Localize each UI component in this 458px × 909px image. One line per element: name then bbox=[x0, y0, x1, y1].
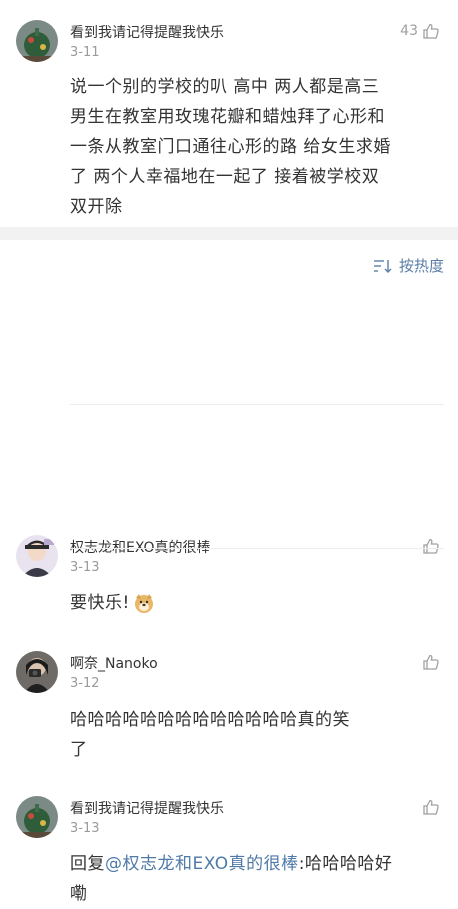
avatar[interactable] bbox=[16, 535, 58, 577]
comment-divider bbox=[70, 548, 444, 549]
comment-username[interactable]: 啊奈_Nanoko bbox=[70, 653, 158, 673]
comment-like-button[interactable] bbox=[422, 653, 440, 671]
reply-text: :哈哈哈哈好 bbox=[298, 854, 393, 874]
thumbs-up-icon bbox=[423, 799, 439, 815]
thumbs-up-icon bbox=[423, 654, 439, 670]
thumbs-up-icon bbox=[423, 23, 439, 39]
sort-icon bbox=[373, 259, 392, 273]
post-line: 一条从教室门口通往心形的路 给女生求婚 bbox=[70, 137, 391, 157]
post-username[interactable]: 看到我请记得提醒我快乐 bbox=[70, 22, 224, 42]
avatar[interactable] bbox=[16, 796, 58, 838]
like-count: 43 bbox=[400, 23, 418, 39]
thumbs-up-icon bbox=[423, 538, 439, 554]
weibo-post: 看到我请记得提醒我快乐 3-11 43 说一个别的学校的叭 高中 两人都是高三 … bbox=[0, 0, 458, 227]
comment-like-button[interactable] bbox=[422, 798, 440, 816]
comment-line: 嘞 bbox=[70, 884, 88, 904]
comment-like-button[interactable] bbox=[422, 537, 440, 555]
comment-line: 回复@权志龙和EXO真的很棒:哈哈哈哈好 bbox=[70, 849, 450, 879]
comment-username[interactable]: 权志龙和EXO真的很棒 bbox=[70, 537, 211, 557]
post-line: 男生在教室用玫瑰花瓣和蜡烛拜了心形和 bbox=[70, 107, 385, 127]
comment-content: 回复@权志龙和EXO真的很棒:哈哈哈哈好 嘞 bbox=[70, 849, 450, 909]
sort-label: 按热度 bbox=[398, 257, 444, 275]
comment-line: 哈哈哈哈哈哈哈哈哈哈哈哈哈真的笑 bbox=[70, 710, 350, 730]
comment-username[interactable]: 看到我请记得提醒我快乐 bbox=[70, 798, 224, 818]
comment-line: 了 bbox=[70, 740, 88, 760]
avatar[interactable] bbox=[16, 20, 58, 62]
doge-emoji bbox=[134, 594, 153, 613]
post-like-button[interactable]: 43 bbox=[400, 22, 440, 40]
comment-text: 要快乐! bbox=[70, 593, 130, 613]
comment-date: 3-12 bbox=[70, 676, 100, 691]
comment-date: 3-13 bbox=[70, 821, 100, 836]
post-line: 说一个别的学校的叭 高中 两人都是高三 bbox=[70, 77, 380, 97]
mention-link[interactable]: @权志龙和EXO真的很棒 bbox=[105, 854, 299, 874]
comment-divider bbox=[70, 404, 444, 405]
comment-date: 3-13 bbox=[70, 560, 100, 575]
post-line: 了 两个人幸福地在一起了 接着被学校双 bbox=[70, 167, 380, 187]
section-divider bbox=[0, 227, 458, 240]
sort-toggle[interactable]: 按热度 bbox=[373, 255, 444, 276]
post-content: 说一个别的学校的叭 高中 两人都是高三 男生在教室用玫瑰花瓣和蜡烛拜了心形和 一… bbox=[70, 72, 450, 222]
comment-content: 要快乐! bbox=[70, 588, 155, 618]
post-date: 3-11 bbox=[70, 45, 100, 60]
post-line: 双开除 bbox=[70, 197, 123, 217]
reply-prefix: 回复 bbox=[70, 854, 105, 874]
comment-content: 哈哈哈哈哈哈哈哈哈哈哈哈哈真的笑 了 bbox=[70, 705, 450, 765]
